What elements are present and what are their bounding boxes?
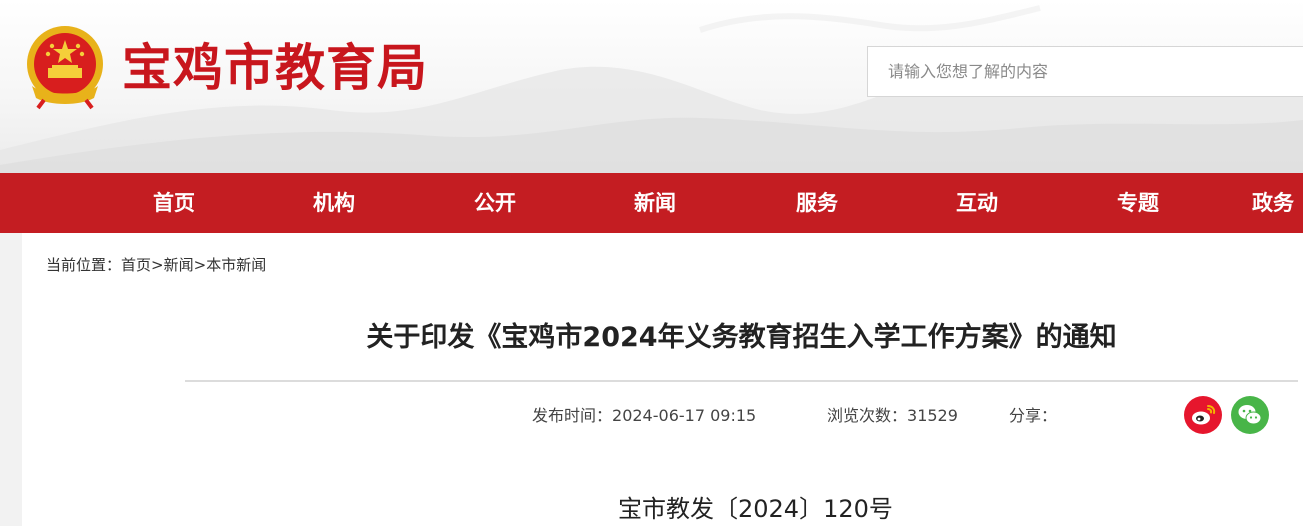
search-input[interactable] [867, 46, 1303, 97]
publish-time: 发布时间：2024-06-17 09:15 [532, 405, 756, 427]
left-rail [0, 233, 22, 526]
nav-item-home[interactable]: 首页 [114, 173, 234, 233]
nav-item-disclosure[interactable]: 公开 [435, 173, 555, 233]
site-title[interactable]: 宝鸡市教育局 [122, 36, 428, 100]
national-emblem-icon[interactable] [22, 24, 108, 110]
nav-item-topics[interactable]: 专题 [1078, 173, 1198, 233]
publish-time-label: 发布时间： [532, 406, 613, 425]
publish-time-value: 2024-06-17 09:15 [612, 406, 757, 425]
nav-item-interaction[interactable]: 互动 [917, 173, 1037, 233]
breadcrumb-separator: > [193, 256, 207, 274]
view-count-label: 浏览次数： [827, 406, 908, 425]
breadcrumb: 当前位置：首页>新闻>本市新闻 [46, 254, 266, 276]
nav-item-services[interactable]: 服务 [757, 173, 877, 233]
main-nav: 首页 机构 公开 新闻 服务 互动 专题 政务 [0, 173, 1303, 233]
nav-item-organization[interactable]: 机构 [274, 173, 394, 233]
title-divider [185, 380, 1298, 382]
breadcrumb-local-news-link[interactable]: 本市新闻 [206, 256, 266, 274]
document-number: 宝市教发〔2024〕120号 [618, 495, 893, 523]
breadcrumb-separator: > [151, 256, 164, 274]
view-count: 浏览次数：31529 [827, 405, 958, 427]
weibo-icon[interactable] [1184, 396, 1222, 434]
share-label: 分享： [1009, 406, 1058, 425]
view-count-value: 31529 [907, 406, 958, 425]
site-header: 宝鸡市教育局 [0, 0, 1303, 173]
breadcrumb-news-link[interactable]: 新闻 [164, 256, 194, 274]
breadcrumb-home-link[interactable]: 首页 [121, 256, 151, 274]
article-title: 关于印发《宝鸡市2024年义务教育招生入学工作方案》的通知 [366, 322, 1117, 353]
wechat-icon[interactable] [1231, 396, 1269, 434]
nav-item-news[interactable]: 新闻 [595, 173, 715, 233]
breadcrumb-prefix: 当前位置： [46, 256, 122, 274]
nav-item-government-affairs[interactable]: 政务 [1252, 173, 1303, 233]
